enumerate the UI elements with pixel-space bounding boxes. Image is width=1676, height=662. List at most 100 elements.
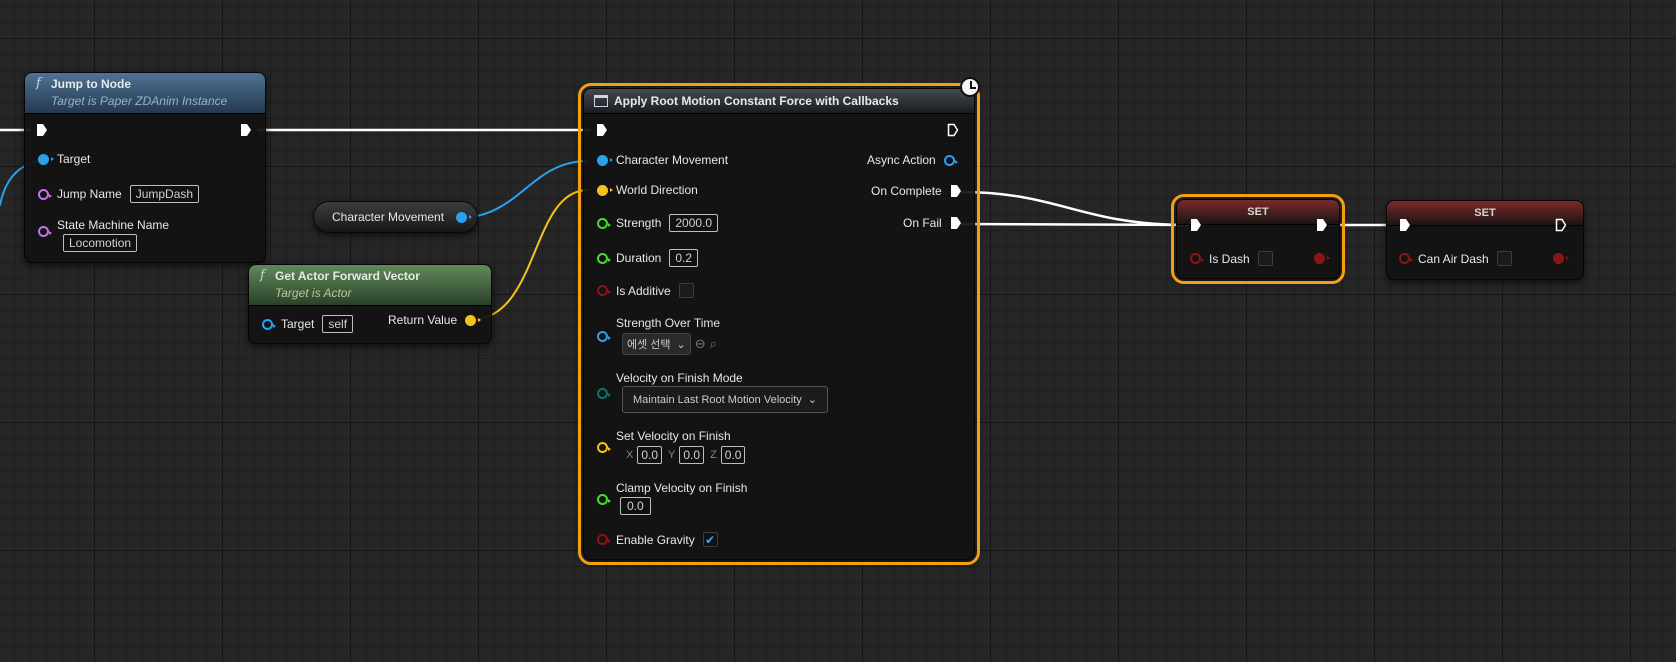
name-pin-icon[interactable] [38, 226, 52, 237]
async-node-icon [594, 95, 608, 107]
can-air-dash-checkbox[interactable] [1496, 251, 1512, 266]
velocity-finish-mode-pin[interactable] [597, 388, 611, 399]
object-pin-icon[interactable] [943, 154, 958, 166]
strength-pin-row[interactable]: Strength 2000.0 [597, 214, 719, 232]
strength-over-time-pin[interactable] [597, 331, 611, 342]
chevron-down-icon: ⌄ [807, 394, 817, 406]
velocity-finish-mode-dropdown[interactable]: Maintain Last Root Motion Velocity ⌄ [622, 386, 828, 413]
world-direction-label: World Direction [616, 183, 698, 197]
exec-pin-icon[interactable] [1555, 218, 1567, 232]
world-direction-pin-row[interactable]: World Direction [597, 183, 698, 197]
clamp-velocity-field[interactable]: 0.0 [620, 497, 651, 515]
bool-pin-icon[interactable] [1190, 253, 1204, 264]
object-pin-icon[interactable] [262, 318, 276, 330]
node-title: Jump to Node [51, 77, 131, 91]
function-icon: f [36, 76, 41, 91]
node-subtitle: Target is Actor [275, 286, 352, 300]
exec-pin-icon[interactable] [950, 216, 962, 230]
character-movement-getter[interactable]: Character Movement [313, 201, 478, 233]
can-air-dash-label: Can Air Dash [1418, 251, 1489, 266]
node-title: SET [1474, 207, 1496, 219]
jump-to-node[interactable]: f Jump to Node Target is Paper ZDAnim In… [24, 72, 266, 263]
target-pin-row[interactable]: Target [38, 152, 90, 166]
bool-pin-icon[interactable] [597, 285, 611, 296]
state-machine-field[interactable]: Locomotion [63, 234, 138, 252]
return-value-pin-row[interactable]: Return Value [388, 313, 482, 327]
set-header[interactable]: SET [1387, 201, 1583, 226]
character-movement-label: Character Movement [616, 153, 729, 167]
forward-node-header[interactable]: f Get Actor Forward Vector Target is Act… [249, 265, 491, 306]
clamp-velocity-label: Clamp Velocity on Finish [616, 481, 748, 495]
z-field[interactable]: 0.0 [720, 446, 746, 464]
exec-pin-icon[interactable] [947, 123, 959, 137]
clamp-velocity-pin[interactable] [597, 494, 611, 505]
duration-label: Duration [616, 251, 662, 265]
character-movement-pin-row[interactable]: Character Movement [597, 153, 728, 167]
browse-icon[interactable]: ⊖ [695, 336, 706, 352]
variable-label: Character Movement [332, 210, 445, 224]
exec-pin-icon[interactable] [950, 184, 962, 198]
bool-output-pin-icon[interactable] [1314, 253, 1330, 264]
x-axis-label: X [626, 449, 634, 461]
set-velocity-pin[interactable] [597, 442, 611, 453]
velocity-finish-mode-label: Velocity on Finish Mode [616, 371, 743, 385]
duration-pin-row[interactable]: Duration 0.2 [597, 249, 699, 267]
state-machine-pin-row[interactable] [38, 226, 52, 237]
x-field[interactable]: 0.0 [637, 446, 663, 464]
on-complete-wire [958, 190, 1190, 227]
float-pin-icon[interactable] [597, 494, 611, 505]
vector-pin-icon[interactable] [465, 314, 482, 326]
y-field[interactable]: 0.0 [679, 446, 705, 464]
set-velocity-fields: X 0.0 Y 0.0 Z 0.0 [622, 446, 746, 464]
async-action-pin-row[interactable]: Async Action [867, 153, 958, 167]
y-axis-label: Y [668, 449, 676, 461]
float-pin-icon[interactable] [597, 217, 611, 229]
object-pin-icon[interactable] [597, 154, 613, 166]
enum-pin-icon[interactable] [597, 388, 611, 399]
strength-field[interactable]: 2000.0 [669, 214, 719, 232]
asset-select-dropdown[interactable]: 에셋 선택 ⌄ [622, 333, 691, 355]
bool-pin-icon[interactable] [597, 534, 611, 545]
is-dash-pin-row[interactable]: Is Dash [1190, 251, 1273, 266]
enable-gravity-label: Enable Gravity [616, 532, 695, 547]
z-axis-label: Z [710, 449, 717, 461]
forward-target-pin-row[interactable]: Target self [262, 315, 354, 333]
object-pin-icon[interactable] [597, 331, 611, 342]
enable-gravity-pin-row[interactable]: Enable Gravity ✔ [597, 532, 718, 547]
target-self-field[interactable]: self [322, 315, 354, 333]
is-dash-label: Is Dash [1209, 251, 1250, 266]
vector-pin-icon[interactable] [597, 184, 613, 196]
is-additive-pin-row[interactable]: Is Additive [597, 283, 694, 298]
exec-pin-icon[interactable] [596, 123, 608, 137]
duration-field[interactable]: 0.2 [669, 249, 699, 267]
jump-to-node-header[interactable]: f Jump to Node Target is Paper ZDAnim In… [25, 73, 265, 114]
on-fail-pin-row[interactable]: On Fail [903, 216, 962, 230]
exec-pin-icon[interactable] [240, 123, 252, 137]
apply-root-motion-header[interactable]: Apply Root Motion Constant Force with Ca… [584, 89, 974, 114]
jump-name-field[interactable]: JumpDash [129, 185, 200, 203]
checkmark-icon: ✔ [705, 532, 716, 547]
can-air-dash-pin-row[interactable]: Can Air Dash [1399, 251, 1512, 266]
bool-output-pin-icon[interactable] [1553, 253, 1569, 264]
vector-pin-icon[interactable] [597, 442, 611, 453]
is-dash-checkbox[interactable] [1257, 251, 1273, 266]
exec-pin-icon[interactable] [1316, 218, 1328, 232]
float-pin-icon[interactable] [597, 252, 611, 264]
object-pin-icon[interactable] [456, 211, 472, 223]
exec-pin-icon[interactable] [1190, 218, 1202, 232]
is-additive-checkbox[interactable] [678, 283, 694, 298]
exec-pin-icon[interactable] [1399, 218, 1411, 232]
object-pin-icon[interactable] [38, 153, 54, 165]
set-is-dash-node[interactable]: SET [1171, 194, 1345, 284]
clock-icon [960, 77, 980, 97]
exec-pin-icon[interactable] [36, 123, 48, 137]
search-icon[interactable]: ⌕ [710, 336, 717, 352]
async-action-label: Async Action [867, 153, 936, 167]
set-can-air-dash-node[interactable]: SET [1386, 200, 1584, 280]
jump-name-pin-row[interactable]: Jump Name JumpDash [38, 185, 200, 203]
name-pin-icon[interactable] [38, 188, 52, 200]
on-complete-pin-row[interactable]: On Complete [871, 184, 962, 198]
enable-gravity-checkbox[interactable]: ✔ [702, 532, 718, 547]
asset-picker[interactable]: 에셋 선택 ⌄ ⊖ ⌕ [622, 333, 717, 355]
bool-pin-icon[interactable] [1399, 253, 1413, 264]
